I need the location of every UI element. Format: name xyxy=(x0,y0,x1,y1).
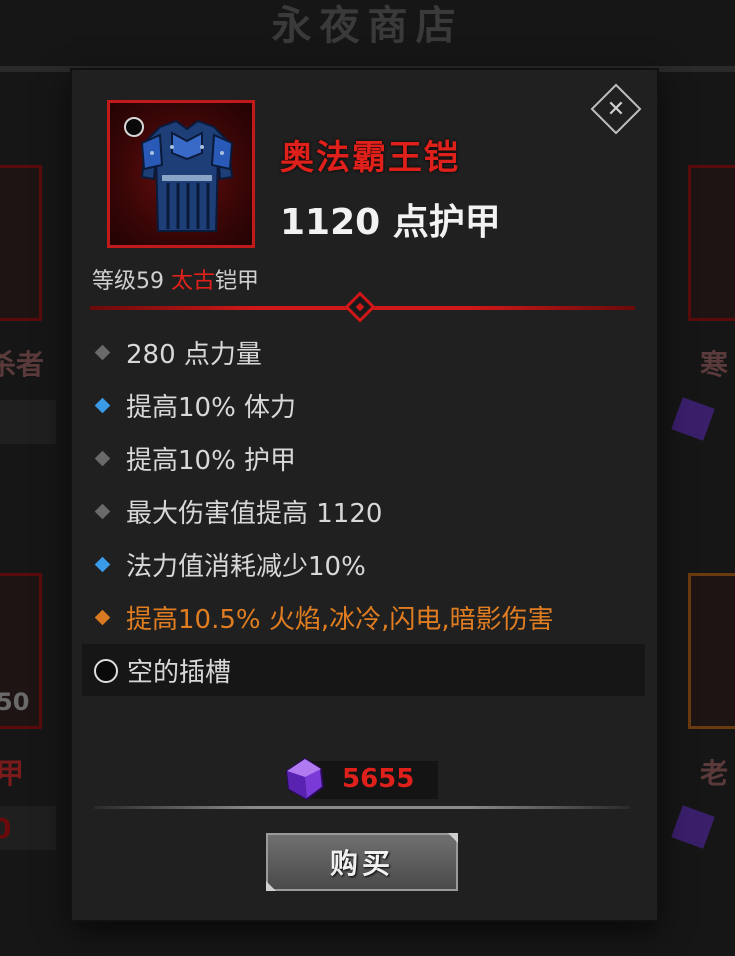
stat-row: 提高10% 护甲 xyxy=(92,438,296,478)
item-rarity: 太古 xyxy=(171,269,216,294)
purple-gem-icon xyxy=(285,757,325,801)
gray-diamond-icon xyxy=(94,503,111,519)
socket-text: 空的插槽 xyxy=(127,658,232,688)
price-value: 5655 xyxy=(342,764,415,794)
bg-item-card-right-bottom[interactable] xyxy=(688,573,735,729)
item-name: 奥法霸王铠 xyxy=(280,138,460,178)
close-button[interactable]: ✕ xyxy=(590,83,642,135)
close-icon: ✕ xyxy=(606,96,626,122)
stat-text: 最大伤害值提高 1120 xyxy=(126,498,383,529)
stat-row: 提高10% 体力 xyxy=(92,385,296,425)
purple-gem-icon xyxy=(671,805,715,849)
bg-item-label: 老 xyxy=(700,757,729,790)
stat-text: 提高10% 体力 xyxy=(126,392,297,423)
armor-icon xyxy=(140,119,234,232)
item-type: 铠甲 xyxy=(215,269,260,294)
stat-row: 法力值消耗减少10% xyxy=(92,544,366,584)
orange-diamond-icon xyxy=(94,609,111,625)
socket-ring-icon xyxy=(94,659,118,683)
buy-button[interactable]: 购买 xyxy=(266,833,458,891)
item-level: 等级59 xyxy=(92,269,171,294)
item-armor-value: 1120 点护甲 xyxy=(280,202,501,243)
bg-item-card-left-top[interactable] xyxy=(0,165,42,321)
shop-title: 永夜商店 xyxy=(271,3,464,49)
stat-text: 提高10% 护甲 xyxy=(126,445,297,476)
gray-diamond-icon xyxy=(94,344,111,360)
stat-text: 提高10.5% 火焰,冰冷,闪电,暗影伤害 xyxy=(126,604,554,635)
footer-divider xyxy=(94,806,630,809)
blue-diamond-icon xyxy=(94,397,111,413)
stat-text: 280 点力量 xyxy=(126,339,262,370)
item-level-line: 等级59 太古铠甲 xyxy=(92,263,259,295)
stat-row: 280 点力量 xyxy=(92,332,262,372)
bg-item-card-right-top[interactable] xyxy=(688,165,735,321)
item-icon-frame xyxy=(107,100,255,248)
bg-item-count: 50 xyxy=(0,688,30,716)
bg-price-box xyxy=(0,400,56,444)
purple-gem-icon xyxy=(671,397,715,441)
bg-price-value: 0 xyxy=(0,812,12,845)
bg-item-label: 寒 xyxy=(700,348,729,381)
gray-diamond-icon xyxy=(94,450,111,466)
blue-diamond-icon xyxy=(94,556,111,572)
bg-item-label: 杀者 xyxy=(0,348,45,381)
stat-row: 最大伤害值提高 1120 xyxy=(92,491,382,531)
stat-row: 提高10.5% 火焰,冰冷,闪电,暗影伤害 xyxy=(92,597,554,637)
bg-item-label: 甲 xyxy=(0,757,25,790)
empty-socket-row: 空的插槽 xyxy=(82,644,645,696)
stat-text: 法力值消耗减少10% xyxy=(126,551,366,582)
